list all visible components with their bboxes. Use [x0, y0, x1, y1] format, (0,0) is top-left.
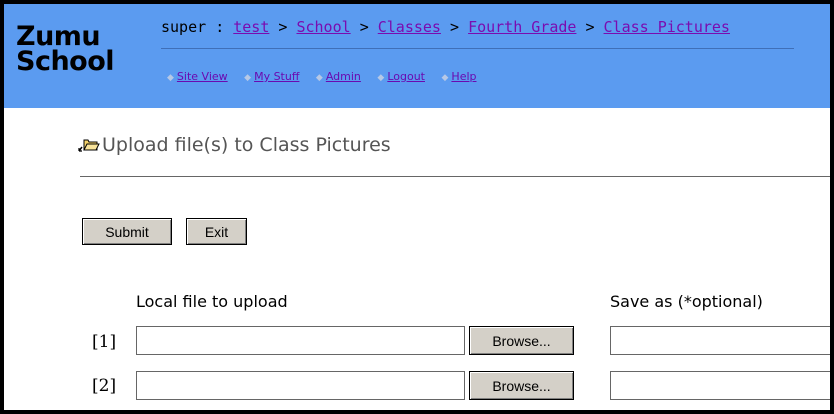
- breadcrumb-divider: >: [278, 18, 288, 36]
- breadcrumb-link-school[interactable]: School: [296, 18, 350, 36]
- local-file-input-2[interactable]: [136, 371, 465, 400]
- nav-link-help[interactable]: Help: [451, 70, 476, 83]
- nav-link-admin[interactable]: Admin: [326, 70, 361, 83]
- top-nav: ◆ Site View ◆ My Stuff ◆ Admin ◆ Logout ◆ Hel…: [167, 70, 490, 83]
- breadcrumb-divider: >: [359, 18, 369, 36]
- nav-link-site-view[interactable]: Site View: [177, 70, 228, 83]
- breadcrumb: super : test > School > Classes > Fourth…: [161, 18, 730, 36]
- title-divider: [80, 176, 830, 177]
- breadcrumb-divider: >: [585, 18, 595, 36]
- save-as-input-1[interactable]: [610, 326, 830, 355]
- row-number-2: [2]: [92, 376, 117, 396]
- breadcrumb-colon: :: [215, 18, 225, 36]
- local-file-label: Local file to upload: [136, 292, 288, 311]
- browse-button-2[interactable]: Browse...: [469, 371, 574, 400]
- save-as-label: Save as (*optional): [610, 292, 763, 311]
- browse-button-1[interactable]: Browse...: [469, 326, 574, 355]
- exit-button[interactable]: Exit: [186, 218, 247, 245]
- logo-line-2: School: [16, 46, 115, 77]
- breadcrumb-link-class-pictures[interactable]: Class Pictures: [604, 18, 730, 36]
- breadcrumb-divider: >: [450, 18, 460, 36]
- nav-link-my-stuff[interactable]: My Stuff: [254, 70, 299, 83]
- breadcrumb-user: super: [161, 18, 207, 36]
- header-banner: Zumu School super : test > School > Clas…: [4, 4, 830, 108]
- nav-item-my-stuff: ◆ My Stuff: [244, 70, 299, 83]
- breadcrumb-link-test[interactable]: test: [233, 18, 269, 36]
- submit-button[interactable]: Submit: [82, 218, 172, 245]
- zumu-school-logo: Zumu School: [16, 23, 115, 77]
- breadcrumb-link-classes[interactable]: Classes: [378, 18, 441, 36]
- save-as-input-2[interactable]: [610, 371, 830, 400]
- diamond-bullet-icon: ◆: [244, 73, 252, 83]
- row-number-1: [1]: [92, 332, 117, 352]
- header-divider: [161, 48, 794, 49]
- diamond-bullet-icon: ◆: [167, 73, 174, 83]
- page-title: Upload file(s) to Class Pictures: [78, 134, 391, 158]
- nav-item-site-view: ◆ Site View: [167, 70, 228, 83]
- nav-item-help: ◆ Help: [442, 70, 477, 83]
- diamond-bullet-icon: ◆: [377, 73, 385, 83]
- nav-item-admin: ◆ Admin: [316, 70, 361, 83]
- breadcrumb-link-fourth-grade[interactable]: Fourth Grade: [468, 18, 576, 36]
- local-file-input-1[interactable]: [136, 326, 465, 355]
- page-title-text: Upload file(s) to Class Pictures: [102, 134, 391, 156]
- page-frame: Zumu School super : test > School > Clas…: [0, 0, 834, 414]
- nav-link-logout[interactable]: Logout: [387, 70, 425, 83]
- diamond-bullet-icon: ◆: [441, 73, 449, 83]
- nav-item-logout: ◆ Logout: [377, 70, 425, 83]
- open-folder-icon: [78, 135, 100, 158]
- diamond-bullet-icon: ◆: [315, 73, 323, 83]
